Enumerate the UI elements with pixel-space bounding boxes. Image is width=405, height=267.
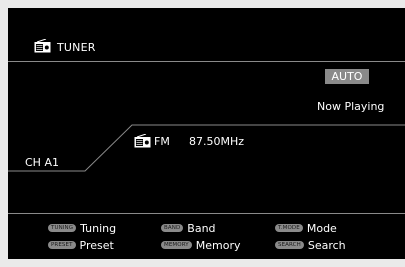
channel-label: CH A1 — [25, 156, 59, 169]
legend-divider — [8, 213, 405, 214]
search-key-icon: SEARCH — [275, 241, 304, 249]
tuning-key-icon: TUNING — [48, 224, 77, 232]
mode-button[interactable]: T.MODE Mode — [275, 221, 337, 235]
preset-button[interactable]: PRESET Preset — [48, 238, 114, 252]
legend-row: PRESET Preset MEMORY Memory SEARCH Searc… — [8, 238, 405, 252]
mode-key-icon: T.MODE — [275, 224, 303, 232]
tuning-button[interactable]: TUNING Tuning — [48, 221, 116, 235]
radio-icon — [134, 134, 151, 148]
legend-row: TUNING Tuning BAND Band T.MODE Mode — [8, 221, 405, 235]
search-button[interactable]: SEARCH Search — [275, 238, 346, 252]
band-label-legend: Band — [187, 221, 216, 235]
mode-label: Mode — [306, 221, 337, 235]
frequency-readout: 87.50MHz — [189, 135, 245, 148]
memory-key-icon: MEMORY — [161, 241, 192, 249]
band-label: FM — [154, 135, 170, 148]
band-key-icon: BAND — [161, 224, 184, 232]
search-label: Search — [307, 238, 346, 252]
tuner-screen: TUNER AUTO Now Playing CH A1 FM 87.50MHz… — [8, 8, 405, 259]
preset-key-icon: PRESET — [48, 241, 76, 249]
band-button[interactable]: BAND Band — [161, 221, 216, 235]
preset-label: Preset — [79, 238, 114, 252]
memory-button[interactable]: MEMORY Memory — [161, 238, 240, 252]
memory-label: Memory — [195, 238, 241, 252]
tuning-label: Tuning — [80, 221, 117, 235]
